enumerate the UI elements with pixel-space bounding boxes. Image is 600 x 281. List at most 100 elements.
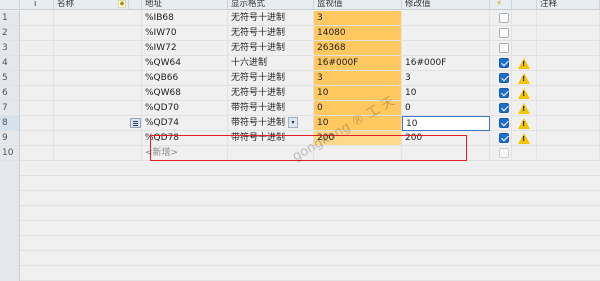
header-rownum — [0, 0, 20, 10]
address-cell[interactable]: %QB66 — [142, 71, 228, 86]
format-cell[interactable]: 带符号十进制 — [228, 101, 314, 116]
warning-icon: ! — [518, 88, 530, 99]
address-cell[interactable]: %IB68 — [142, 11, 228, 26]
name-cell[interactable] — [54, 146, 142, 161]
comment-cell[interactable] — [537, 41, 600, 56]
format-dropdown-button[interactable]: ▾ — [288, 117, 298, 128]
comment-cell[interactable] — [537, 71, 600, 86]
monitor-value-cell: 14080 — [314, 26, 402, 41]
table-row[interactable]: 7 %QD70 带符号十进制 0 0! — [0, 101, 600, 116]
modify-checkbox[interactable] — [499, 73, 509, 83]
format-cell[interactable]: 十六进制 — [228, 56, 314, 71]
modify-value-cell[interactable] — [402, 26, 490, 41]
info-cell — [20, 56, 54, 71]
header-gap — [129, 0, 142, 10]
lightning-icon: ⚡ — [496, 0, 503, 9]
row-number: 10 — [0, 146, 20, 161]
warning-icon: ! — [518, 118, 530, 129]
comment-cell[interactable] — [537, 11, 600, 26]
address-cell[interactable]: %QW64 — [142, 56, 228, 71]
comment-cell[interactable] — [537, 26, 600, 41]
table-row[interactable]: 1 %IB68 无符号十进制 3 — [0, 11, 600, 26]
format-cell[interactable]: 无符号十进制 — [228, 71, 314, 86]
row-number: 4 — [0, 56, 20, 71]
header-format[interactable]: 显示格式 — [228, 0, 314, 10]
address-cell[interactable]: %QD70 — [142, 101, 228, 116]
modify-checkbox[interactable] — [499, 88, 509, 98]
address-cell[interactable]: %QD74 — [142, 116, 228, 131]
header-name-label: 名称 — [57, 0, 75, 9]
name-cell[interactable] — [54, 86, 142, 101]
address-cell[interactable]: %QW68 — [142, 86, 228, 101]
modify-value-cell[interactable]: 0 — [402, 101, 490, 116]
format-cell[interactable]: 带符号十进制 — [228, 116, 314, 131]
name-cell[interactable] — [54, 56, 142, 71]
name-cell[interactable] — [54, 101, 142, 116]
table-row[interactable]: 6 %QW68 无符号十进制 10 10! — [0, 86, 600, 101]
comment-cell[interactable] — [537, 56, 600, 71]
modify-checkbox[interactable] — [499, 118, 509, 128]
modify-checkbox[interactable] — [499, 28, 509, 38]
name-cell[interactable] — [54, 11, 142, 26]
row-number: 8 — [0, 116, 20, 131]
sort-arrow-icon[interactable]: ◆ — [118, 0, 126, 8]
modify-checkbox[interactable] — [499, 148, 509, 158]
table-row[interactable]: 5 %QB66 无符号十进制 3 3! — [0, 71, 600, 86]
header-warning — [512, 0, 537, 10]
row-number: 9 — [0, 131, 20, 146]
address-cell[interactable]: %IW72 — [142, 41, 228, 56]
row-number: 3 — [0, 41, 20, 56]
header-info[interactable]: i — [20, 0, 54, 10]
modify-value-cell[interactable] — [402, 11, 490, 26]
modify-checkbox[interactable] — [499, 133, 509, 143]
warning-icon: ! — [518, 58, 530, 69]
header-comment[interactable]: 注释 — [537, 0, 600, 10]
format-cell[interactable]: 无符号十进制 — [228, 26, 314, 41]
comment-cell[interactable] — [537, 116, 600, 131]
name-cell[interactable] — [54, 71, 142, 86]
table-row[interactable]: 4 %QW64 十六进制 16#000F 16#000F! — [0, 56, 600, 71]
modify-checkbox[interactable] — [499, 58, 509, 68]
list-icon[interactable] — [130, 118, 141, 128]
name-cell[interactable] — [54, 116, 142, 131]
table-row[interactable]: 2 %IW70 无符号十进制 14080 — [0, 26, 600, 41]
warning-icon: ! — [518, 133, 530, 144]
row-number: 6 — [0, 86, 20, 101]
modify-checkbox[interactable] — [499, 13, 509, 23]
format-cell[interactable]: 无符号十进制 — [228, 41, 314, 56]
comment-cell[interactable] — [537, 101, 600, 116]
name-cell[interactable] — [54, 41, 142, 56]
name-cell[interactable] — [54, 131, 142, 146]
info-cell — [20, 26, 54, 41]
name-cell[interactable] — [54, 26, 142, 41]
info-cell — [20, 41, 54, 56]
modify-checkbox[interactable] — [499, 103, 509, 113]
watch-table: i 名称 ◆ 地址 显示格式 监视值 修改值 ⚡ 注释 1 %IB68 无符号十进制… — [0, 0, 600, 281]
warning-icon: ! — [518, 73, 530, 84]
comment-cell[interactable] — [537, 146, 600, 161]
modify-value-cell[interactable]: 16#000F — [402, 56, 490, 71]
modify-checkbox[interactable] — [499, 43, 509, 53]
format-cell[interactable]: 无符号十进制 — [228, 11, 314, 26]
table-row[interactable]: 8 %QD74 带符号十进制 10 10! ▾ — [0, 116, 600, 131]
header-monitor-value[interactable]: 监视值 — [314, 0, 402, 10]
modify-value-cell[interactable]: 10 — [402, 86, 490, 101]
header-address[interactable]: 地址 — [142, 0, 228, 10]
info-cell — [20, 101, 54, 116]
row-number: 2 — [0, 26, 20, 41]
row-number: 5 — [0, 71, 20, 86]
info-cell — [20, 11, 54, 26]
header-modify-value[interactable]: 修改值 — [402, 0, 490, 10]
format-cell[interactable]: 无符号十进制 — [228, 86, 314, 101]
modify-value-cell[interactable]: 3 — [402, 71, 490, 86]
comment-cell[interactable] — [537, 131, 600, 146]
monitor-value-cell: 3 — [314, 11, 402, 26]
table-row[interactable]: 3 %IW72 无符号十进制 26368 — [0, 41, 600, 56]
info-cell — [20, 146, 54, 161]
modify-value-cell[interactable]: 10 — [402, 116, 490, 131]
modify-value-cell[interactable] — [402, 41, 490, 56]
header-lightning[interactable]: ⚡ — [490, 0, 512, 10]
warning-cell — [512, 11, 537, 26]
comment-cell[interactable] — [537, 86, 600, 101]
address-cell[interactable]: %IW70 — [142, 26, 228, 41]
